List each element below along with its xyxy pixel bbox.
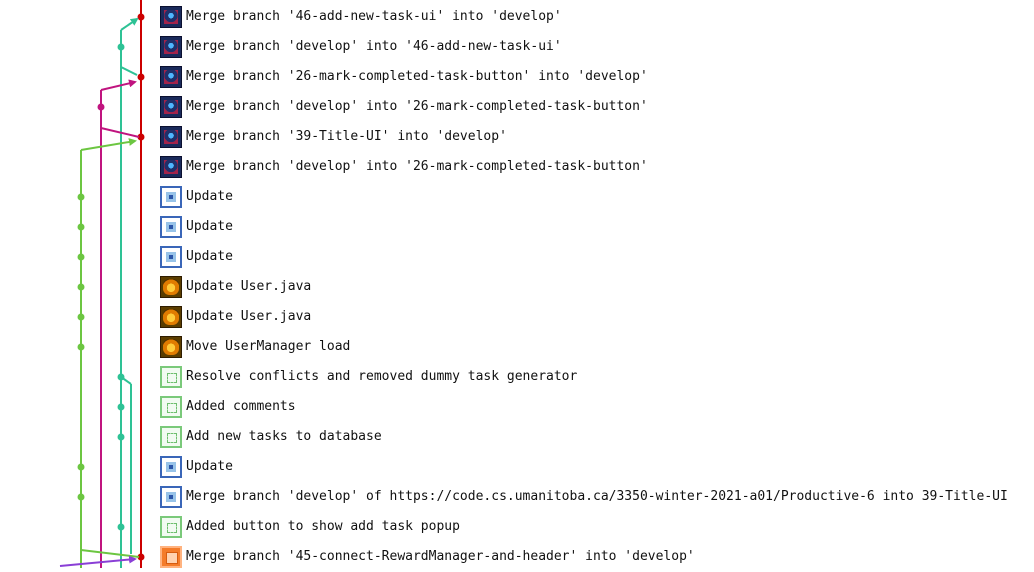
commit-row[interactable]: Resolve conflicts and removed dummy task…: [0, 362, 1034, 392]
commit-message[interactable]: Merge branch 'develop' of https://code.c…: [186, 488, 1008, 506]
author-avatar: [160, 216, 182, 238]
commit-row[interactable]: Add new tasks to database: [0, 422, 1034, 452]
author-avatar: [160, 96, 182, 118]
author-avatar: [160, 426, 182, 448]
author-avatar: [160, 126, 182, 148]
author-avatar: [160, 456, 182, 478]
commit-message[interactable]: Update: [186, 458, 233, 476]
commit-message[interactable]: Merge branch '39-Title-UI' into 'develop…: [186, 128, 507, 146]
commit-row[interactable]: Merge branch 'develop' into '46-add-new-…: [0, 32, 1034, 62]
commit-row[interactable]: Move UserManager load: [0, 332, 1034, 362]
commit-message[interactable]: Update: [186, 188, 233, 206]
commit-row[interactable]: Merge branch 'develop' into '26-mark-com…: [0, 92, 1034, 122]
author-avatar: [160, 156, 182, 178]
author-avatar: [160, 366, 182, 388]
commit-message[interactable]: Merge branch '26-mark-completed-task-but…: [186, 68, 648, 86]
author-avatar: [160, 36, 182, 58]
commit-row[interactable]: Added comments: [0, 392, 1034, 422]
author-avatar: [160, 66, 182, 88]
commit-row[interactable]: Merge branch 'develop' into '26-mark-com…: [0, 152, 1034, 182]
commit-message[interactable]: Update User.java: [186, 278, 311, 296]
author-avatar: [160, 276, 182, 298]
commit-message[interactable]: Update: [186, 248, 233, 266]
author-avatar: [160, 546, 182, 568]
author-avatar: [160, 396, 182, 418]
commit-row[interactable]: Merge branch '39-Title-UI' into 'develop…: [0, 122, 1034, 152]
author-avatar: [160, 6, 182, 28]
commit-row[interactable]: Update User.java: [0, 302, 1034, 332]
commit-message[interactable]: Update User.java: [186, 308, 311, 326]
commit-row[interactable]: Update: [0, 242, 1034, 272]
commit-row[interactable]: Update: [0, 182, 1034, 212]
author-avatar: [160, 516, 182, 538]
commit-message[interactable]: Merge branch 'develop' into '26-mark-com…: [186, 158, 648, 176]
author-avatar: [160, 486, 182, 508]
commit-message[interactable]: Merge branch 'develop' into '26-mark-com…: [186, 98, 648, 116]
commit-message[interactable]: Merge branch 'develop' into '46-add-new-…: [186, 38, 562, 56]
commit-row[interactable]: Added button to show add task popup: [0, 512, 1034, 542]
commit-row[interactable]: Update User.java: [0, 272, 1034, 302]
commit-message[interactable]: Added comments: [186, 398, 296, 416]
author-avatar: [160, 246, 182, 268]
commit-message[interactable]: Resolve conflicts and removed dummy task…: [186, 368, 577, 386]
commit-row[interactable]: Merge branch '46-add-new-task-ui' into '…: [0, 2, 1034, 32]
author-avatar: [160, 186, 182, 208]
commit-row[interactable]: Merge branch '26-mark-completed-task-but…: [0, 62, 1034, 92]
author-avatar: [160, 336, 182, 358]
commit-message[interactable]: Merge branch '45-connect-RewardManager-a…: [186, 548, 695, 566]
commit-message[interactable]: Move UserManager load: [186, 338, 350, 356]
commit-row[interactable]: Update: [0, 212, 1034, 242]
commit-message[interactable]: Added button to show add task popup: [186, 518, 460, 536]
commit-message[interactable]: Add new tasks to database: [186, 428, 382, 446]
author-avatar: [160, 306, 182, 328]
commit-row[interactable]: Merge branch 'develop' of https://code.c…: [0, 482, 1034, 512]
commit-message[interactable]: Merge branch '46-add-new-task-ui' into '…: [186, 8, 562, 26]
commit-row[interactable]: Update: [0, 452, 1034, 482]
commit-message[interactable]: Update: [186, 218, 233, 236]
